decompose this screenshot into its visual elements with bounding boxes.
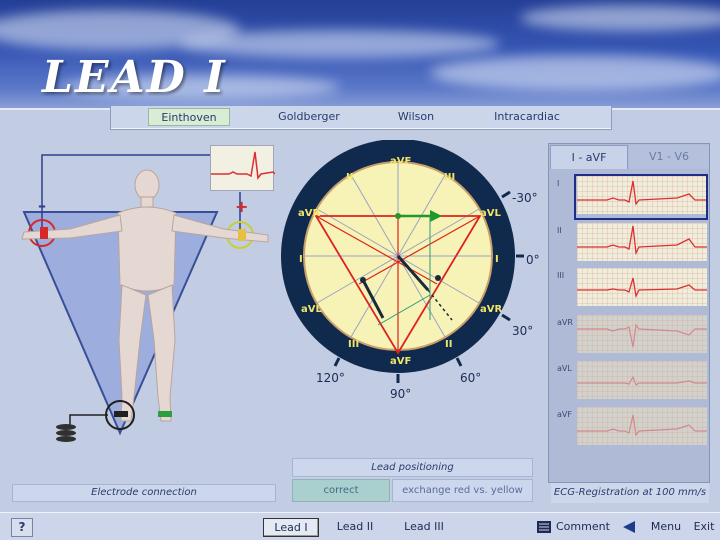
tab-wilson[interactable]: Wilson [386,108,446,126]
lead-ii-button[interactable]: Lead II [330,518,380,537]
help-button[interactable]: ? [11,518,33,537]
negative-sign: – [38,196,46,215]
tab-goldberger[interactable]: Goldberger [266,108,352,126]
ecg-registration-label: ECG-Registration at 100 mm/s [551,483,709,503]
label-right-i: I [495,254,499,265]
ecg-row-avr[interactable]: aVR [551,312,709,356]
angle-120: 120° [316,371,345,385]
label-right-iii: III [444,172,455,183]
ecg-row-label: I [557,179,560,188]
ecg-row-label: aVF [557,410,572,419]
positive-sign: + [235,197,248,216]
label-left-avr: aVR [298,208,320,219]
label-top-avf: aVF [390,156,411,167]
ecg-row-label: aVL [557,364,572,373]
right-arm-electrode[interactable] [40,227,48,239]
angle-90: 90° [390,387,411,401]
left-arm-electrode[interactable] [238,229,246,241]
comment-icon[interactable] [537,521,551,533]
tab-einthoven[interactable]: Einthoven [148,108,230,126]
ecg-row-ii[interactable]: II [551,220,709,264]
label-left-avl: aVL [301,304,322,315]
electrode-connection-label: Electrode connection [12,484,276,502]
label-right-avl: aVL [480,208,501,219]
ecg-row-avl[interactable]: aVL [551,358,709,402]
menu-button[interactable]: Menu [647,518,685,537]
angle-minus-30: -30° [512,191,538,205]
lead-iii-button[interactable]: Lead III [397,518,451,537]
tab-intracardiac[interactable]: Intracardiac [483,108,571,126]
page-title: LEAD I [42,52,227,103]
label-left-i: I [299,254,303,265]
ecg-row-iii[interactable]: III [551,265,709,309]
back-arrow-icon[interactable] [621,520,637,534]
selected-lead-highlight [574,174,708,220]
exchange-red-yellow-button[interactable]: exchange red vs. yellow [392,479,533,502]
tab-chest-leads[interactable]: V1 - V6 [629,145,709,169]
ecg-row-label: aVR [557,318,573,327]
label-left-iii: III [348,339,359,350]
ecg-row-label: II [557,226,562,235]
label-left-ii: II [346,172,353,183]
ecg-row-avf[interactable]: aVF [551,404,709,448]
right-leg-electrode[interactable] [114,411,128,417]
correct-button[interactable]: correct [292,479,390,502]
lead-mini-ecg [210,145,275,191]
angle-60: 60° [460,371,481,385]
lead-i-button[interactable]: Lead I [263,518,319,537]
angle-30: 30° [512,324,533,338]
human-body [21,169,269,422]
label-right-avr: aVR [480,304,502,315]
lead-system-tabs: Einthoven Goldberger Wilson Intracardiac [110,106,612,130]
label-bottom-avf: aVF [390,356,411,367]
comment-button[interactable]: Comment [556,518,610,535]
hexaxial-lead-diagram: aVF aVF II aVR I aVL III III aVL I aVR I… [281,140,540,401]
lead-positioning-label: Lead positioning [292,458,533,477]
exit-button[interactable]: Exit [690,518,718,537]
label-right-ii: II [445,339,452,350]
ground-icon [56,424,76,442]
angle-0: 0° [526,253,540,267]
left-leg-electrode[interactable] [158,411,172,417]
ecg-row-label: III [557,271,565,280]
tab-limb-leads[interactable]: I - aVF [550,145,628,169]
